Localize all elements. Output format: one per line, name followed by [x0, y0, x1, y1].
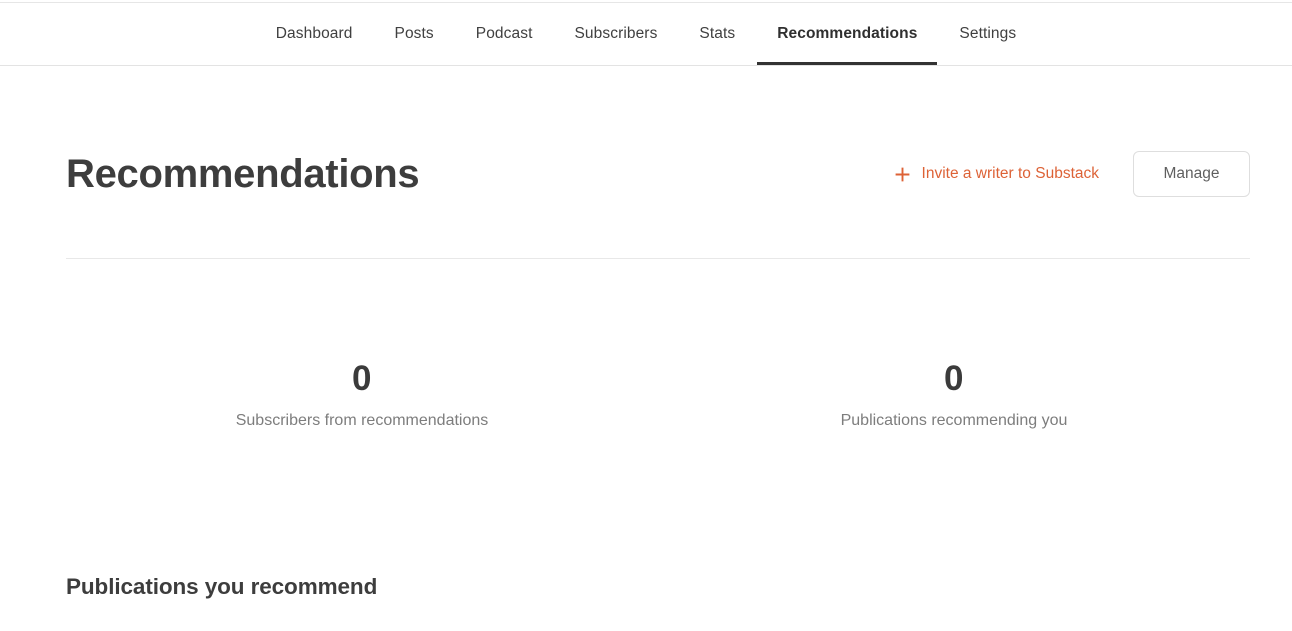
nav-item-subscribers[interactable]: Subscribers: [553, 3, 678, 65]
nav-item-recommendations[interactable]: Recommendations: [756, 3, 938, 65]
stat-subscribers-from-recommendations: 0 Subscribers from recommendations: [66, 361, 658, 429]
nav-item-stats[interactable]: Stats: [678, 3, 756, 65]
nav-item-posts[interactable]: Posts: [374, 3, 455, 65]
recommendation-stats: 0 Subscribers from recommendations 0 Pub…: [66, 361, 1250, 429]
stat-label: Subscribers from recommendations: [235, 412, 489, 429]
header-divider: [66, 258, 1250, 259]
invite-writer-label: Invite a writer to Substack: [921, 165, 1099, 182]
nav-item-dashboard[interactable]: Dashboard: [255, 3, 374, 65]
publications-you-recommend-heading: Publications you recommend: [66, 574, 378, 599]
invite-writer-link[interactable]: Invite a writer to Substack: [894, 165, 1099, 183]
manage-button[interactable]: Manage: [1133, 151, 1250, 197]
page-title: Recommendations: [66, 152, 420, 196]
page-body: Recommendations Invite a writer to Subst…: [0, 66, 1292, 631]
plus-icon: [894, 166, 911, 183]
nav-items: Dashboard Posts Podcast Subscribers Stat…: [255, 3, 1037, 66]
nav-item-podcast[interactable]: Podcast: [455, 3, 554, 65]
stat-value: 0: [352, 359, 372, 398]
stat-value: 0: [944, 359, 964, 398]
page-header-row: Recommendations Invite a writer to Subst…: [66, 144, 1250, 204]
page-header-actions: Invite a writer to Substack Manage: [894, 151, 1250, 197]
stat-label: Publications recommending you: [840, 412, 1068, 429]
stat-publications-recommending-you: 0 Publications recommending you: [658, 361, 1250, 429]
primary-nav: Dashboard Posts Podcast Subscribers Stat…: [0, 3, 1292, 66]
nav-item-settings[interactable]: Settings: [938, 3, 1037, 65]
